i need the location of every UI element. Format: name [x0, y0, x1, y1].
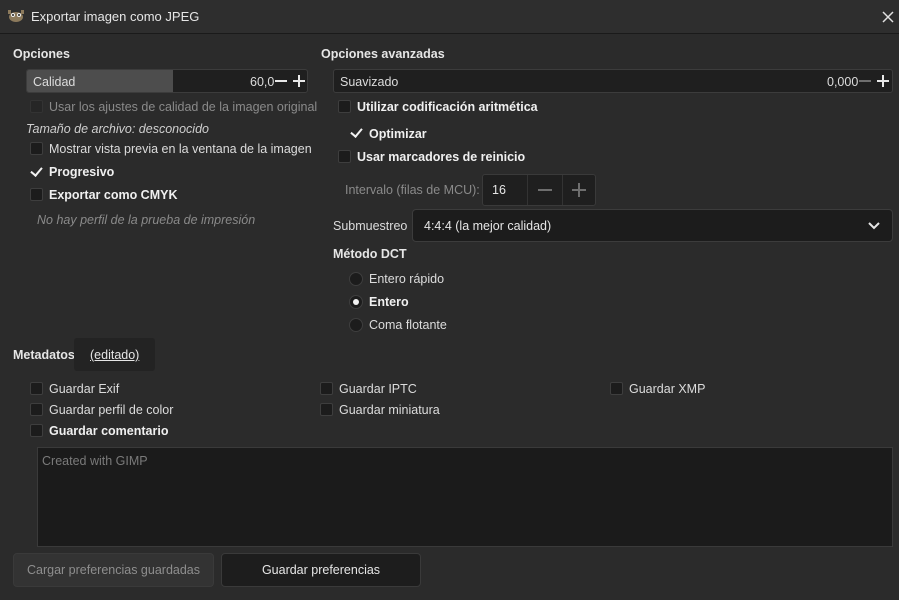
quality-label: Calidad: [33, 75, 76, 89]
smoothing-spinner[interactable]: Suavizado 0,000: [333, 69, 893, 93]
dct-integer-radio[interactable]: [349, 295, 363, 309]
progressive-label: Progresivo: [49, 165, 115, 179]
no-profile-label: No hay perfil de la prueba de impresión: [37, 213, 256, 227]
metadata-tab-label[interactable]: (editado): [90, 348, 139, 362]
subsampling-value: 4:4:4 (la mejor calidad): [424, 219, 552, 233]
progressive-checkbox[interactable]: [30, 165, 43, 178]
save-xmp-checkbox[interactable]: [610, 382, 623, 395]
comment-text: Created with GIMP: [42, 454, 148, 468]
save-iptc-checkbox[interactable]: [320, 382, 333, 395]
smoothing-value[interactable]: 0,000: [827, 75, 858, 89]
dct-floating-point-radio[interactable]: [349, 318, 363, 332]
interval-divider: [562, 175, 563, 205]
export-cmyk-checkbox[interactable]: [30, 188, 43, 201]
interval-label: Intervalo (filas de MCU):: [345, 183, 480, 197]
dct-integer-label: Entero: [369, 295, 409, 309]
save-comment-label: Guardar comentario: [49, 424, 169, 438]
quality-spinner[interactable]: Calidad 60,0: [26, 69, 308, 93]
quality-decrease-button[interactable]: [273, 70, 289, 92]
show-preview-checkbox[interactable]: [30, 142, 43, 155]
save-thumbnail-checkbox[interactable]: [320, 403, 333, 416]
interval-value[interactable]: 16: [492, 183, 506, 197]
save-color-profile-checkbox[interactable]: [30, 403, 43, 416]
interval-divider: [527, 175, 528, 205]
smoothing-increase-button[interactable]: [875, 70, 891, 92]
subsampling-dropdown[interactable]: 4:4:4 (la mejor calidad): [412, 209, 893, 242]
load-preferences-button[interactable]: Cargar preferencias guardadas: [13, 553, 214, 587]
comment-textarea[interactable]: Created with GIMP: [37, 447, 893, 547]
dct-fast-integer-radio[interactable]: [349, 272, 363, 286]
chevron-down-icon: [868, 220, 880, 230]
subsampling-label: Submuestreo: [333, 219, 408, 233]
dct-fast-integer-label: Entero rápido: [369, 272, 445, 286]
dct-floating-point-label: Coma flotante: [369, 318, 447, 332]
save-exif-checkbox[interactable]: [30, 382, 43, 395]
file-size-label: Tamaño de archivo: desconocido: [26, 122, 209, 136]
interval-increase-button[interactable]: [569, 180, 589, 200]
save-iptc-label: Guardar IPTC: [339, 382, 417, 396]
dct-method-heading: Método DCT: [333, 247, 407, 261]
restart-markers-label: Usar marcadores de reinicio: [357, 150, 526, 164]
smoothing-decrease-button[interactable]: [857, 70, 873, 92]
export-cmyk-label: Exportar como CMYK: [49, 188, 178, 202]
close-icon[interactable]: [878, 6, 898, 28]
interval-decrease-button[interactable]: [535, 180, 555, 200]
metadata-heading: Metadatos: [13, 348, 75, 362]
arithmetic-coding-label: Utilizar codificación aritmética: [357, 100, 538, 114]
options-heading: Opciones: [13, 47, 70, 61]
save-comment-checkbox[interactable]: [30, 424, 43, 437]
window-title: Exportar imagen como JPEG: [31, 9, 200, 24]
save-preferences-button[interactable]: Guardar preferencias: [221, 553, 421, 587]
optimize-label: Optimizar: [369, 127, 427, 141]
restart-markers-checkbox[interactable]: [338, 150, 351, 163]
use-original-quality-checkbox[interactable]: [30, 100, 43, 113]
save-color-profile-label: Guardar perfil de color: [49, 403, 174, 417]
use-original-quality-label: Usar los ajustes de calidad de la imagen…: [49, 100, 318, 114]
save-thumbnail-label: Guardar miniatura: [339, 403, 440, 417]
smoothing-label: Suavizado: [340, 75, 399, 89]
arithmetic-coding-checkbox[interactable]: [338, 100, 351, 113]
optimize-checkbox[interactable]: [350, 126, 363, 139]
advanced-options-heading: Opciones avanzadas: [321, 47, 445, 61]
show-preview-label: Mostrar vista previa en la ventana de la…: [49, 142, 312, 156]
save-xmp-label: Guardar XMP: [629, 382, 706, 396]
quality-increase-button[interactable]: [291, 70, 307, 92]
gimp-icon: [7, 9, 25, 23]
quality-value[interactable]: 60,0: [250, 75, 274, 89]
save-exif-label: Guardar Exif: [49, 382, 120, 396]
interval-spinner[interactable]: 16: [482, 174, 596, 206]
title-bar: Exportar imagen como JPEG: [0, 0, 899, 34]
metadata-tab[interactable]: (editado): [74, 338, 155, 371]
